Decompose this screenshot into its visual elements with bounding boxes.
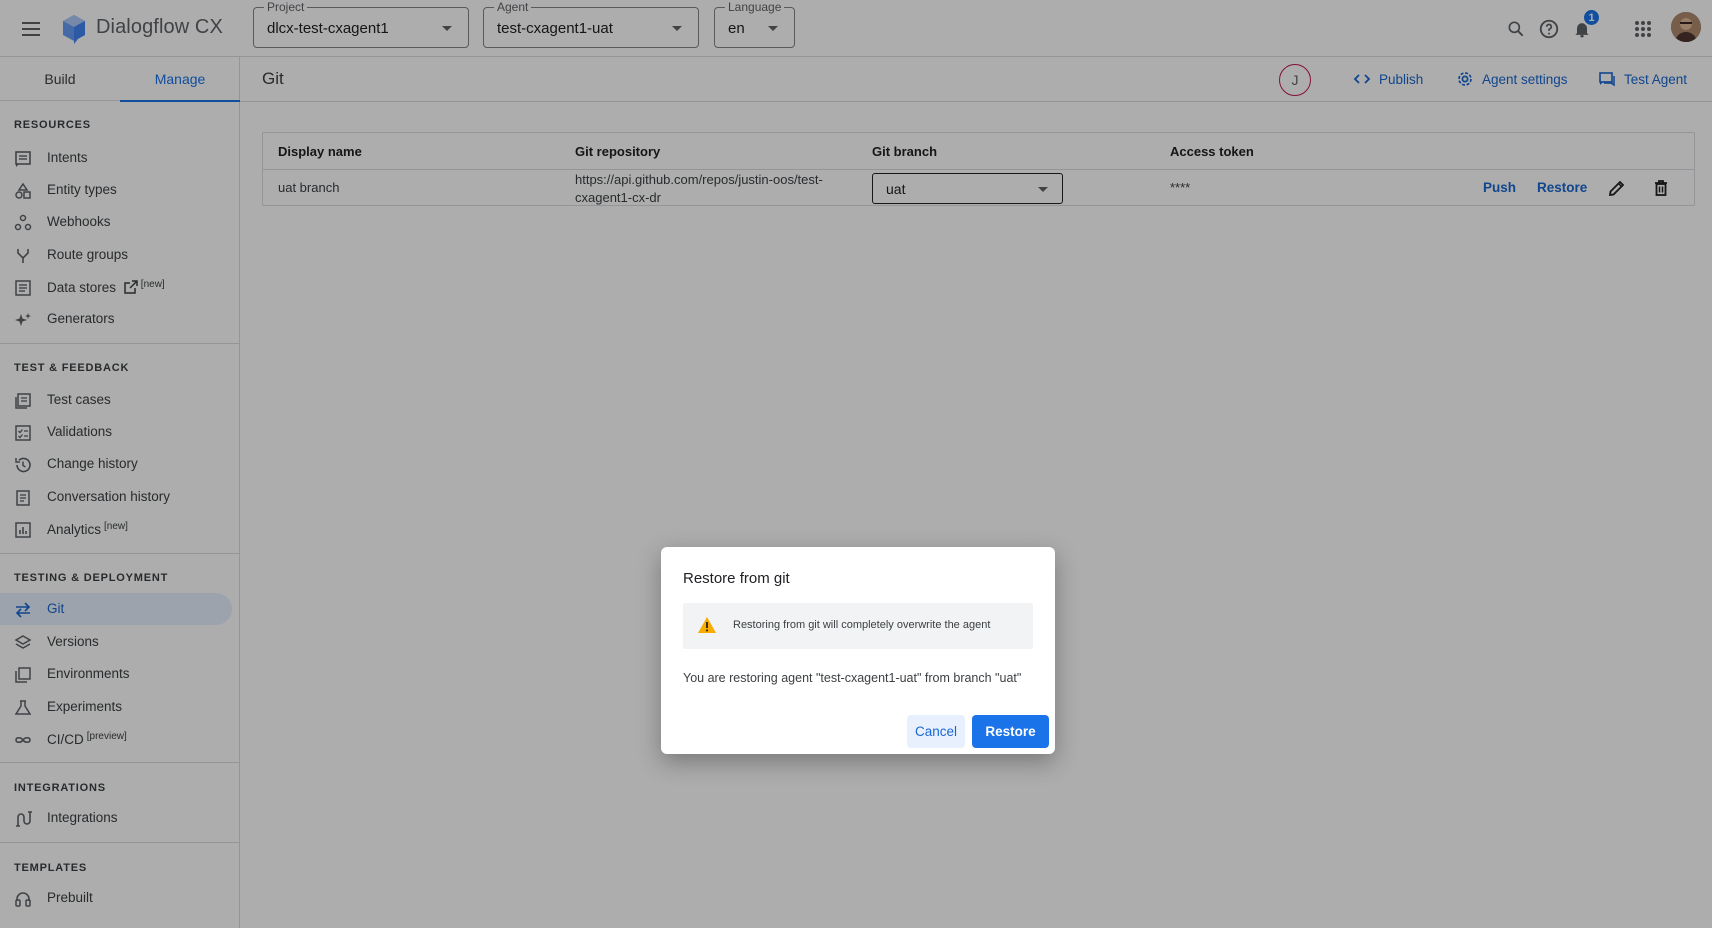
restore-button[interactable]: Restore xyxy=(972,715,1049,748)
restore-dialog: Restore from git Restoring from git will… xyxy=(661,547,1055,754)
warning-banner: Restoring from git will completely overw… xyxy=(683,603,1033,649)
cancel-button[interactable]: Cancel xyxy=(907,715,965,748)
dialog-message: You are restoring agent "test-cxagent1-u… xyxy=(683,671,1022,685)
warning-text: Restoring from git will completely overw… xyxy=(733,619,991,631)
warning-icon xyxy=(698,617,716,633)
modal-backdrop[interactable] xyxy=(0,0,1712,928)
dialog-title: Restore from git xyxy=(683,570,790,587)
